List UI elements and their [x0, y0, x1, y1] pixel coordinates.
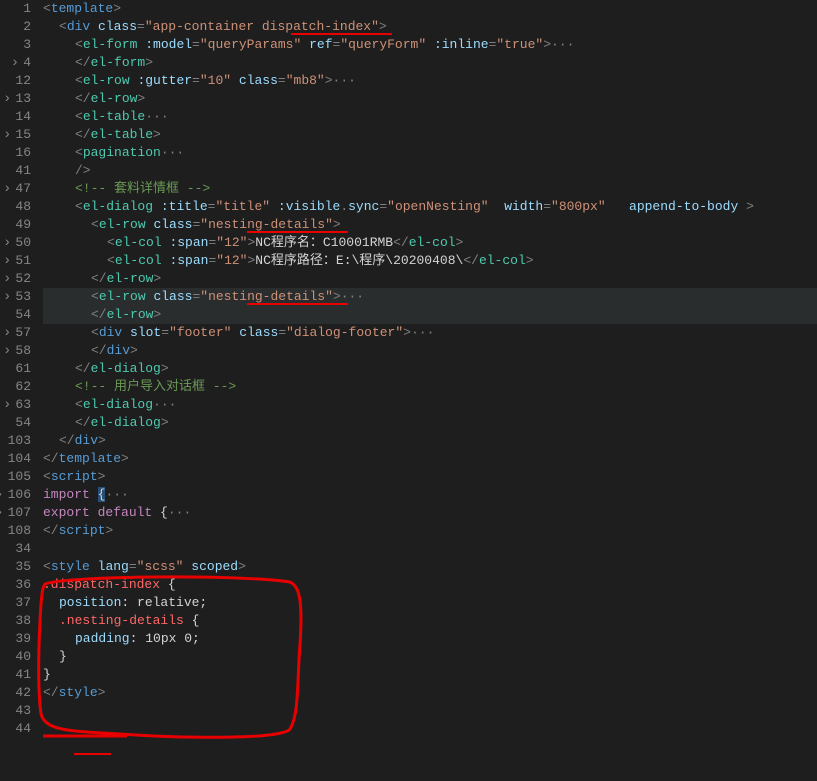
code-line[interactable]: </template>: [43, 450, 817, 468]
code-line[interactable]: <div class="app-container dispatch-index…: [43, 18, 817, 36]
red-underline-annotation: [291, 33, 392, 35]
code-line[interactable]: <el-col :span="12">NC程序路径：E:\程序\20200408…: [43, 252, 817, 270]
line-number[interactable]: 1: [0, 0, 31, 18]
line-number[interactable]: 2: [0, 18, 31, 36]
line-number[interactable]: 39: [0, 630, 31, 648]
code-line[interactable]: <pagination···: [43, 144, 817, 162]
code-line[interactable]: </el-dialog>: [43, 414, 817, 432]
line-number[interactable]: 48: [0, 198, 31, 216]
line-number[interactable]: 36: [0, 576, 31, 594]
line-number[interactable]: 54: [0, 414, 31, 432]
code-line[interactable]: <!-- 用户导入对话框 -->: [43, 378, 817, 396]
line-number[interactable]: 38: [0, 612, 31, 630]
line-number[interactable]: 15: [0, 126, 31, 144]
red-underline-annotation: [247, 303, 348, 305]
line-number[interactable]: 52: [0, 270, 31, 288]
code-line[interactable]: />: [43, 162, 817, 180]
line-number[interactable]: 37: [0, 594, 31, 612]
line-number[interactable]: 61: [0, 360, 31, 378]
line-number[interactable]: 57: [0, 324, 31, 342]
line-number[interactable]: 53: [0, 288, 31, 306]
line-number[interactable]: 44: [0, 720, 31, 738]
code-line[interactable]: </el-row>: [43, 90, 817, 108]
code-line[interactable]: export default {···: [43, 504, 817, 522]
line-number[interactable]: 51: [0, 252, 31, 270]
line-number[interactable]: 107: [0, 504, 31, 522]
red-underline-annotation: [74, 753, 111, 755]
line-number[interactable]: 16: [0, 144, 31, 162]
code-editor[interactable]: 1234121314151641474849505152535457586162…: [0, 0, 817, 781]
code-line[interactable]: <el-row class="nesting-details">: [43, 216, 817, 234]
line-number[interactable]: 63: [0, 396, 31, 414]
code-line[interactable]: .dispatch-index {: [43, 576, 817, 594]
code-line[interactable]: [43, 540, 817, 558]
line-number[interactable]: 43: [0, 702, 31, 720]
code-line[interactable]: <el-row class="nesting-details">···: [43, 288, 817, 306]
code-line[interactable]: import {···: [43, 486, 817, 504]
code-line[interactable]: </el-row>: [43, 306, 817, 324]
code-line[interactable]: .nesting-details {: [43, 612, 817, 630]
line-number[interactable]: 35: [0, 558, 31, 576]
code-line[interactable]: <!-- 套料详情框 -->: [43, 180, 817, 198]
line-number[interactable]: 42: [0, 684, 31, 702]
code-line[interactable]: <el-dialog :title="title" :visible.sync=…: [43, 198, 817, 216]
code-line[interactable]: </style>: [43, 684, 817, 702]
code-line[interactable]: <template>: [43, 0, 817, 18]
code-line[interactable]: <el-row :gutter="10" class="mb8">···: [43, 72, 817, 90]
line-number[interactable]: 105: [0, 468, 31, 486]
line-number[interactable]: 41: [0, 162, 31, 180]
code-line[interactable]: <el-dialog···: [43, 396, 817, 414]
code-line[interactable]: </div>: [43, 432, 817, 450]
line-number[interactable]: 58: [0, 342, 31, 360]
code-line[interactable]: <script>: [43, 468, 817, 486]
code-line[interactable]: <el-form :model="queryParams" ref="query…: [43, 36, 817, 54]
line-number[interactable]: 49: [0, 216, 31, 234]
line-number[interactable]: 62: [0, 378, 31, 396]
line-number[interactable]: 14: [0, 108, 31, 126]
line-number[interactable]: 103: [0, 432, 31, 450]
line-number[interactable]: 40: [0, 648, 31, 666]
code-line[interactable]: <el-col :span="12">NC程序名：C10001RMB</el-c…: [43, 234, 817, 252]
line-number[interactable]: 50: [0, 234, 31, 252]
code-line[interactable]: </div>: [43, 342, 817, 360]
line-number[interactable]: 104: [0, 450, 31, 468]
line-number-gutter[interactable]: 1234121314151641474849505152535457586162…: [0, 0, 35, 781]
line-number[interactable]: 34: [0, 540, 31, 558]
code-line[interactable]: </el-row>: [43, 270, 817, 288]
code-line[interactable]: <div slot="footer" class="dialog-footer"…: [43, 324, 817, 342]
code-line[interactable]: padding: 10px 0;: [43, 630, 817, 648]
code-line[interactable]: }: [43, 666, 817, 684]
line-number[interactable]: 47: [0, 180, 31, 198]
red-underline-annotation: [247, 231, 348, 233]
line-number[interactable]: 13: [0, 90, 31, 108]
line-number[interactable]: 12: [0, 72, 31, 90]
code-line[interactable]: </el-table>: [43, 126, 817, 144]
code-line[interactable]: <style lang="scss" scoped>: [43, 558, 817, 576]
line-number[interactable]: 54: [0, 306, 31, 324]
line-number[interactable]: 106: [0, 486, 31, 504]
code-line[interactable]: }: [43, 648, 817, 666]
line-number[interactable]: 3: [0, 36, 31, 54]
code-line[interactable]: </el-dialog>: [43, 360, 817, 378]
code-line[interactable]: <el-table···: [43, 108, 817, 126]
line-number[interactable]: 4: [0, 54, 31, 72]
code-line[interactable]: [43, 702, 817, 720]
code-line[interactable]: position: relative;: [43, 594, 817, 612]
line-number[interactable]: 108: [0, 522, 31, 540]
line-number[interactable]: 41: [0, 666, 31, 684]
code-line[interactable]: </script>: [43, 522, 817, 540]
code-line[interactable]: </el-form>: [43, 54, 817, 72]
code-area[interactable]: <template><div class="app-container disp…: [35, 0, 817, 781]
